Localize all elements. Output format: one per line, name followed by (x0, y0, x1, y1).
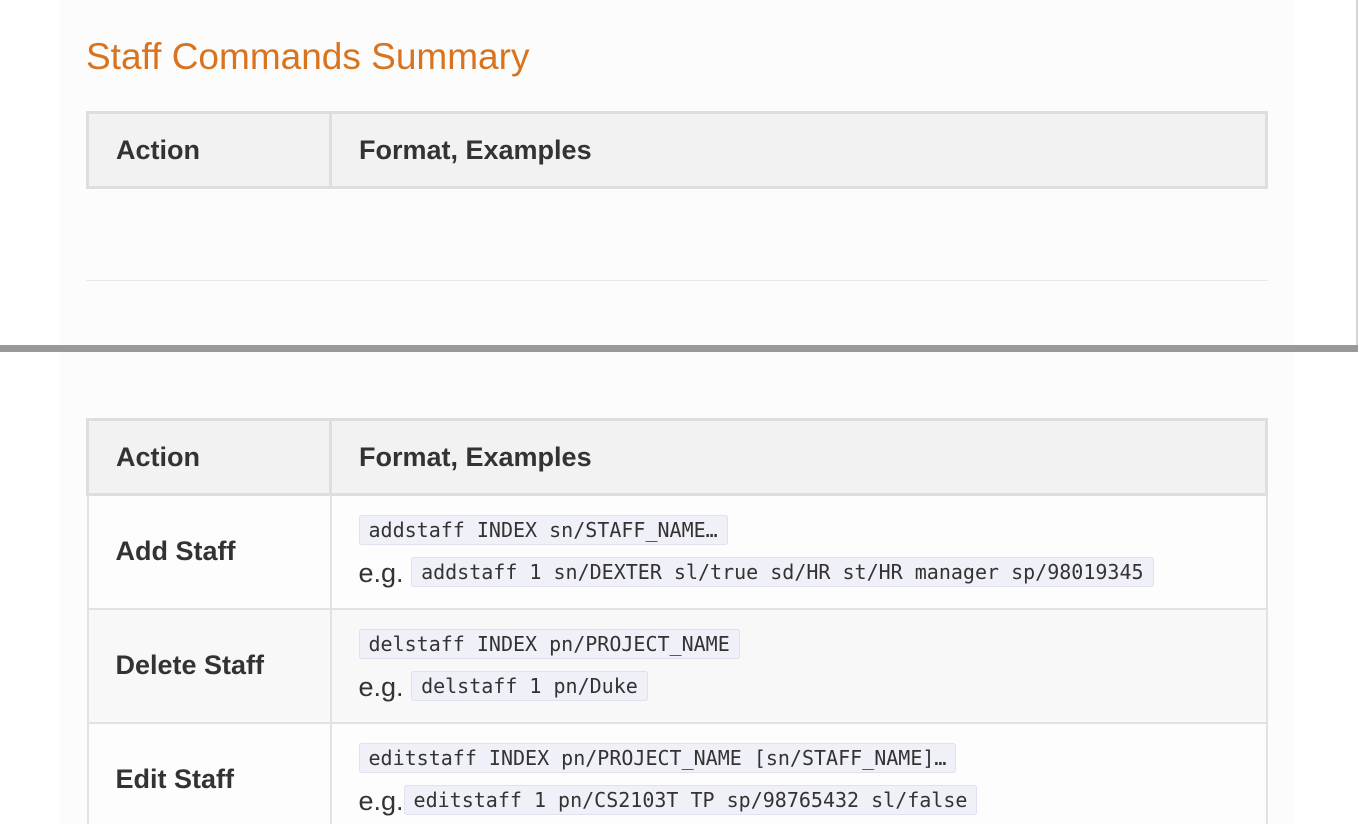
format-cell: delstaff INDEX pn/PROJECT_NAME e.g. dels… (329, 607, 1268, 724)
format-line: editstaff INDEX pn/PROJECT_NAME [sn/STAF… (358, 738, 1239, 780)
action-cell: Add Staff (86, 493, 332, 610)
top-pane[interactable]: Staff Commands Summary Action Format, Ex… (0, 0, 1358, 345)
example-prefix: e.g. (358, 785, 404, 816)
command-example: editstaff 1 pn/CS2103T TP sp/98765432 sl… (403, 784, 978, 815)
example-prefix: e.g. (358, 557, 404, 588)
commands-table: Action Format, Examples Add Staff addsta… (86, 418, 1268, 824)
divider (86, 280, 1268, 281)
command-example: addstaff 1 sn/DEXTER sl/true sd/HR st/HR… (411, 556, 1154, 587)
example-line: e.g. editstaff 1 pn/CS2103T TP sp/9876543… (359, 780, 1239, 822)
example-line: e.g. delstaff 1 pn/Duke (359, 666, 1239, 708)
page: Staff Commands Summary Action Format, Ex… (0, 0, 1358, 824)
example-prefix: e.g. (358, 671, 404, 702)
bottom-pane[interactable]: Action Format, Examples Add Staff addsta… (0, 352, 1358, 824)
command-format: addstaff INDEX sn/STAFF_NAME… (358, 514, 728, 545)
command-example: delstaff 1 pn/Duke (411, 670, 648, 701)
column-header-action: Action (86, 111, 332, 189)
action-cell: Delete Staff (86, 607, 332, 724)
action-cell: Edit Staff (86, 721, 332, 824)
column-header-format: Format, Examples (329, 418, 1268, 496)
format-line: delstaff INDEX pn/PROJECT_NAME (358, 624, 1239, 666)
table-row: Add Staff addstaff INDEX sn/STAFF_NAME… … (86, 493, 1268, 610)
format-cell: addstaff INDEX sn/STAFF_NAME… e.g. addst… (329, 493, 1268, 610)
format-line: addstaff INDEX sn/STAFF_NAME… (358, 510, 1239, 552)
section-title: Staff Commands Summary (86, 36, 530, 77)
table-row: Delete Staff delstaff INDEX pn/PROJECT_N… (86, 607, 1268, 724)
format-cell: editstaff INDEX pn/PROJECT_NAME [sn/STAF… (329, 721, 1268, 824)
column-header-action: Action (86, 418, 332, 496)
column-header-format: Format, Examples (329, 111, 1268, 189)
example-line: e.g. addstaff 1 sn/DEXTER sl/true sd/HR … (359, 552, 1239, 594)
command-format: editstaff INDEX pn/PROJECT_NAME [sn/STAF… (358, 742, 957, 773)
split-pane-divider[interactable] (0, 345, 1358, 352)
header-row: Action Format, Examples (86, 418, 1268, 496)
command-format: delstaff INDEX pn/PROJECT_NAME (358, 628, 740, 659)
header-row: Action Format, Examples (86, 111, 1268, 189)
table-row: Edit Staff editstaff INDEX pn/PROJECT_NA… (86, 721, 1268, 824)
summary-table-header: Action Format, Examples (86, 111, 1268, 189)
